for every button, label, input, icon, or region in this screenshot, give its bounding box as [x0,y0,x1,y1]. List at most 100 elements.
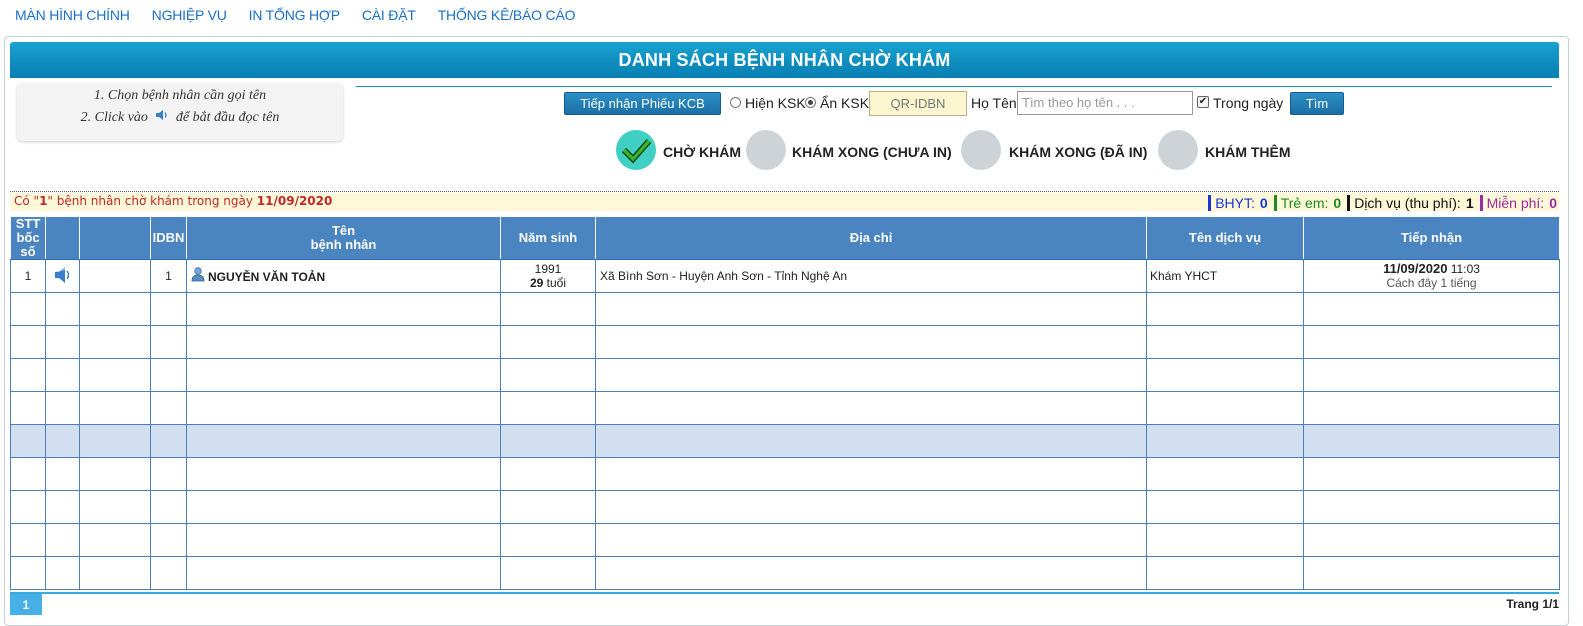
qr-idbn-input[interactable]: QR-IDBN [869,91,967,116]
tim-button[interactable]: Tìm [1290,92,1344,115]
table-row[interactable] [10,325,1560,359]
call-speaker-icon[interactable] [53,266,73,288]
cell-stt: 1 [10,259,46,293]
col-stt: STT bốc số [10,216,46,260]
table-cell [500,556,596,590]
table-header: STT bốc số IDBN Tên bệnh nhân Năm sinh Địa… [10,216,1560,260]
instruction-line-2-post: để bắt đầu đọc tên [175,110,280,125]
tiep-nhan-phieu-kcb-button[interactable]: Tiếp nhận Phiếu KCB [564,92,721,115]
table-cell [45,325,80,359]
cell-ten-benh-nhan[interactable]: NGUYỄN VĂN TOẢN [186,259,501,293]
hien-ksk-radio[interactable] [730,97,741,108]
table-cell [150,424,187,458]
nav-thong-ke-bao-cao[interactable]: THỐNG KÊ/BÁO CÁO [438,7,576,23]
footer-line [10,592,1559,594]
col-blank [79,216,151,260]
table-row[interactable]: 1 1 NGUYỄN VĂN TOẢN 1991 29 tuổi Xã Bình… [10,259,1560,293]
table-cell [1146,556,1304,590]
table-cell [45,391,80,425]
table-cell [595,358,1147,392]
table-cell [10,490,46,524]
cho-kham-status-icon[interactable] [616,130,656,170]
tab-kham-xong-da-in[interactable]: KHÁM XONG (ĐÃ IN) [1009,144,1147,160]
nav-nghiep-vu[interactable]: NGHIỆP VỤ [152,7,227,23]
instructions-box: 1. Chọn bệnh nhân cần gọi tên 2. Click v… [17,83,343,141]
table-cell [10,556,46,590]
table-row[interactable] [10,391,1560,425]
count-value: 1 [1465,195,1474,211]
cell-dia-chi: Xã Bình Sơn - Huyện Anh Sơn - Tỉnh Nghệ … [595,259,1147,293]
table-cell [1303,457,1560,491]
col-ten-line2: bệnh nhân [310,237,377,252]
table-cell [186,523,501,557]
table-cell [186,424,501,458]
count-label: Trẻ em: [1280,195,1329,211]
table-row[interactable] [10,424,1560,458]
table-cell [79,391,151,425]
info-prefix: Có " [14,194,40,208]
table-cell [45,556,80,590]
tab-kham-them[interactable]: KHÁM THÊM [1205,144,1291,160]
table-cell [1303,490,1560,524]
person-icon [191,267,205,285]
table-row[interactable] [10,523,1560,557]
nav-in-tong-hop[interactable]: IN TỔNG HỢP [249,7,340,23]
table-row[interactable] [10,457,1560,491]
table-cell [500,523,596,557]
table-cell [186,490,501,524]
table-cell [595,292,1147,326]
count-color-bar [1273,195,1277,211]
table-row[interactable] [10,358,1560,392]
age-unit: tuổi [543,276,567,290]
an-ksk-radio[interactable] [805,97,816,108]
col-ten-dich-vu: Tên dịch vụ [1146,216,1304,260]
table-row[interactable] [10,292,1560,326]
cell-speaker [45,259,80,293]
tab-cho-kham[interactable]: CHỜ KHÁM [663,144,741,160]
info-middle: " bệnh nhân chờ khám trong ngày [47,194,257,208]
col-stt-line1: STT [15,216,41,231]
ho-ten-label: Họ Tên [971,95,1017,111]
patient-type-counts: BHYT: 0 Trẻ em: 0 Dịch vụ (thu phí): 1 Miễn ph… [1208,195,1557,211]
table-cell [1146,292,1304,326]
reception-time: 11:03 [1447,262,1480,276]
table-cell [79,457,151,491]
table-cell [150,292,187,326]
table-cell [595,556,1147,590]
search-name-input[interactable]: Tìm theo họ tên . . . [1017,91,1193,115]
table-cell [1303,325,1560,359]
table-cell [1303,391,1560,425]
kham-xong-chua-in-status-icon[interactable] [746,130,786,170]
table-cell [10,523,46,557]
age: 29 tuổi [501,276,595,290]
table-cell [150,523,187,557]
page-title: DANH SÁCH BỆNH NHÂN CHỜ KHÁM [10,42,1559,78]
table-cell [1146,391,1304,425]
page-1-button[interactable]: 1 [10,594,42,615]
count-label: BHYT: [1215,195,1255,211]
tab-kham-xong-chua-in[interactable]: KHÁM XONG (CHƯA IN) [792,144,952,160]
table-row[interactable] [10,556,1560,590]
table-row[interactable] [10,490,1560,524]
table-cell [79,292,151,326]
table-cell [595,523,1147,557]
table-cell [186,358,501,392]
table-cell [500,457,596,491]
table-cell [595,457,1147,491]
table-cell [10,358,46,392]
age-number: 29 [529,276,544,290]
kham-xong-da-in-status-icon[interactable] [961,130,1001,170]
kham-them-status-icon[interactable] [1158,130,1198,170]
trong-ngay-checkbox[interactable]: ✔ [1197,96,1209,108]
birth-year: 1991 [534,262,562,276]
info-date: 11/09/2020 [256,194,333,208]
count-label: Miễn phí: [1486,195,1545,211]
table-cell [500,424,596,458]
nav-cai-dat[interactable]: CÀI ĐẶT [362,7,416,23]
table-cell [595,490,1147,524]
instruction-line-1: 1. Chọn bệnh nhân cần gọi tên [93,88,267,103]
table-cell [595,325,1147,359]
patient-table: STT bốc số IDBN Tên bệnh nhân Năm sinh Địa… [10,216,1560,590]
table-cell [500,358,596,392]
nav-man-hinh-chinh[interactable]: MÀN HÌNH CHÍNH [15,7,130,23]
